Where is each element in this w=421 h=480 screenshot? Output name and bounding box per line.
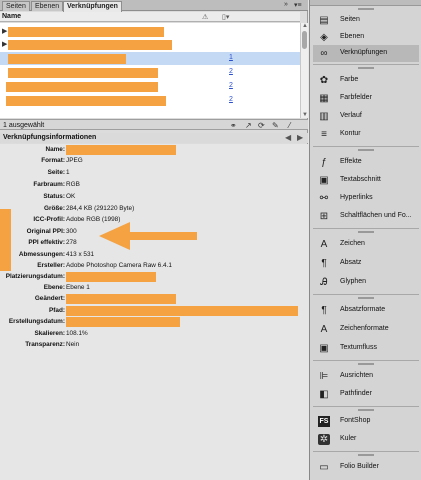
gradient-icon: ▥ — [319, 111, 329, 122]
panel-item-story[interactable]: ▣ Textabschnitt — [313, 172, 419, 189]
links-icon: ∞ — [320, 48, 328, 59]
panel-dock: ▤ Seiten ◈ Ebenen ∞ Verknüpfungen ✿ Farb… — [309, 0, 421, 480]
panel-item-gradient[interactable]: ▥ Verlauf — [313, 108, 419, 125]
annotation-arrow — [99, 222, 197, 250]
panel-item-glyphs[interactable]: Ꭿ Glyphen — [313, 274, 419, 291]
character-styles-icon: A — [320, 324, 328, 335]
group-grip[interactable] — [358, 409, 374, 411]
panel-item-text-wrap[interactable]: ▣ Textumfluss — [313, 340, 419, 357]
folio-builder-icon: ▭ — [319, 462, 329, 473]
panel-label: Seiten — [340, 16, 360, 23]
panel-label: Verknüpfungen — [340, 49, 388, 56]
links-panel: Seiten Ebenen Verknüpfungen » ▾≡ Name ⚠ … — [0, 0, 308, 480]
panel-label: Absatz — [340, 259, 362, 266]
pages-icon: ▤ — [319, 15, 329, 26]
group-separator — [313, 64, 419, 65]
panel-label: Textumfluss — [340, 344, 377, 351]
arrow-shape — [99, 222, 197, 250]
panel-label: FontShop — [340, 417, 371, 424]
panel-label: Ausrichten — [340, 372, 374, 379]
panel-item-hyperlinks[interactable]: ⚯ Hyperlinks — [313, 190, 419, 207]
panel-label: Hyperlinks — [340, 194, 373, 201]
panel-label: Ebenen — [340, 33, 365, 40]
panel-label: Textabschnitt — [340, 176, 381, 183]
panel-item-stroke[interactable]: ≡ Kontur — [313, 126, 419, 143]
group-grip[interactable] — [358, 149, 374, 151]
group-grip[interactable] — [358, 8, 374, 10]
panel-item-kuler[interactable]: ✲ Kuler — [313, 431, 419, 448]
panel-item-effects[interactable]: ƒ Effekte — [313, 154, 419, 171]
group-separator — [313, 228, 419, 229]
swatches-icon: ▦ — [319, 93, 329, 104]
effects-icon: ƒ — [321, 157, 327, 168]
align-icon: ⊫ — [319, 371, 329, 382]
panel-label: Schaltflächen und Fo... — [340, 212, 412, 219]
text-wrap-icon: ▣ — [319, 343, 329, 354]
paragraph-icon: ¶ — [321, 258, 327, 269]
group-separator — [313, 451, 419, 452]
glyphs-icon: Ꭿ — [320, 277, 328, 288]
panel-label: Farbe — [340, 76, 359, 83]
panel-label: Kontur — [340, 130, 361, 137]
panel-item-swatches[interactable]: ▦ Farbfelder — [313, 90, 419, 107]
panel-label: Effekte — [340, 158, 362, 165]
group-grip[interactable] — [358, 454, 374, 456]
pathfinder-icon: ◧ — [319, 389, 329, 400]
story-icon: ▣ — [319, 175, 329, 186]
panel-item-color[interactable]: ✿ Farbe — [313, 72, 419, 89]
panel-label: Zeichenformate — [340, 325, 389, 332]
character-icon: A — [320, 239, 328, 250]
panel-item-character[interactable]: A Zeichen — [313, 236, 419, 253]
panel-item-paragraph-styles[interactable]: ¶ Absatzformate — [313, 302, 419, 319]
kuler-icon: ✲ — [318, 434, 330, 445]
group-separator — [313, 360, 419, 361]
panel-label: Pathfinder — [340, 390, 372, 397]
color-icon: ✿ — [319, 75, 329, 86]
stroke-icon: ≡ — [321, 129, 327, 140]
buttons-icon: ⊞ — [319, 211, 329, 222]
panel-item-buttons[interactable]: ⊞ Schaltflächen und Fo... — [313, 208, 419, 225]
group-separator — [313, 406, 419, 407]
panel-label: Folio Builder — [340, 463, 379, 470]
panel-item-character-styles[interactable]: A Zeichenformate — [313, 321, 419, 338]
panel-label: Verlauf — [340, 112, 362, 119]
group-separator — [313, 146, 419, 147]
group-grip[interactable] — [358, 231, 374, 233]
dock-title-bar[interactable] — [310, 0, 421, 6]
hyperlinks-icon: ⚯ — [319, 193, 329, 204]
panel-item-links[interactable]: ∞ Verknüpfungen — [313, 45, 419, 62]
panel-item-fontshop[interactable]: FS FontShop — [313, 413, 419, 430]
panel-label: Kuler — [340, 435, 357, 442]
panel-item-pages[interactable]: ▤ Seiten — [313, 12, 419, 29]
fontshop-icon: FS — [318, 416, 330, 427]
panel-label: Zeichen — [340, 240, 365, 247]
panel-label: Glyphen — [340, 278, 367, 285]
group-grip[interactable] — [358, 363, 374, 365]
layers-icon: ◈ — [320, 32, 328, 43]
group-grip[interactable] — [358, 297, 374, 299]
group-grip[interactable] — [358, 67, 374, 69]
panel-label: Absatzformate — [340, 306, 386, 313]
panel-item-layers[interactable]: ◈ Ebenen — [313, 29, 419, 46]
group-separator — [313, 294, 419, 295]
panel-item-paragraph[interactable]: ¶ Absatz — [313, 255, 419, 272]
panel-item-pathfinder[interactable]: ◧ Pathfinder — [313, 386, 419, 403]
panel-item-folio-builder[interactable]: ▭ Folio Builder — [313, 459, 419, 476]
panel-label: Farbfelder — [340, 94, 372, 101]
paragraph-styles-icon: ¶ — [321, 305, 327, 316]
panel-item-align[interactable]: ⊫ Ausrichten — [313, 368, 419, 385]
